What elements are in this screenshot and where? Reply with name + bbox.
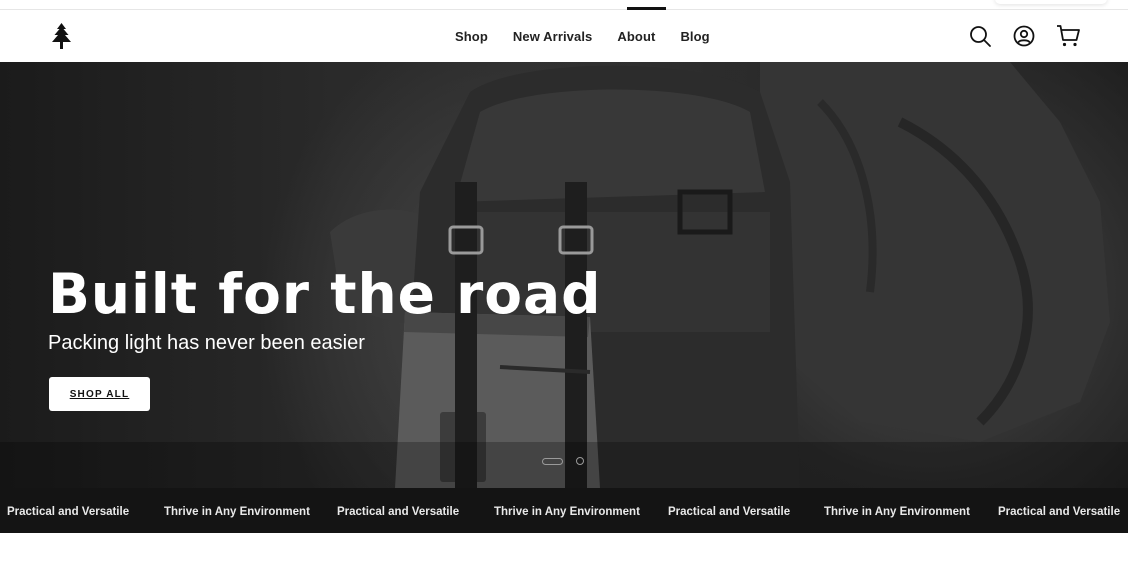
nav-link-new-arrivals[interactable]: New Arrivals bbox=[513, 29, 592, 44]
account-button[interactable] bbox=[1012, 24, 1036, 48]
nav-link-blog[interactable]: Blog bbox=[680, 29, 709, 44]
ticker-item: Practical and Versatile bbox=[998, 506, 1121, 518]
carousel-pagination bbox=[542, 457, 584, 465]
feature-ticker: Practical and Versatile Thrive in Any En… bbox=[0, 488, 1128, 533]
cart-icon bbox=[1057, 25, 1080, 47]
ticker-item: Practical and Versatile bbox=[668, 506, 791, 518]
top-edge-panel bbox=[995, 0, 1107, 4]
nav-link-shop[interactable]: Shop bbox=[455, 29, 488, 44]
hero-subtitle: Packing light has never been easier bbox=[48, 332, 365, 354]
active-menu-indicator bbox=[627, 7, 666, 10]
hero-banner: Built for the road Packing light has nev… bbox=[0, 62, 1128, 488]
main-navigation: Shop New Arrivals About Blog bbox=[455, 11, 710, 62]
cart-button[interactable] bbox=[1056, 24, 1081, 48]
logo-link[interactable] bbox=[50, 23, 73, 49]
ticker-item: Practical and Versatile bbox=[7, 506, 130, 518]
carousel-dot[interactable] bbox=[576, 457, 584, 465]
site-header: Shop New Arrivals About Blog bbox=[0, 11, 1128, 62]
carousel-dot-active[interactable] bbox=[542, 457, 563, 465]
search-icon bbox=[970, 26, 991, 47]
top-announcement-strip bbox=[0, 0, 1128, 10]
hero-title: Built for the road bbox=[48, 262, 602, 326]
ticker-item: Thrive in Any Environment bbox=[164, 506, 310, 518]
account-icon bbox=[1013, 25, 1035, 47]
ticker-item: Thrive in Any Environment bbox=[494, 506, 640, 518]
ticker-item: Thrive in Any Environment bbox=[824, 506, 970, 518]
search-button[interactable] bbox=[968, 24, 992, 48]
ticker-item: Practical and Versatile bbox=[337, 506, 460, 518]
nav-link-about[interactable]: About bbox=[617, 29, 655, 44]
pine-tree-icon bbox=[52, 23, 71, 49]
shop-all-button[interactable]: SHOP ALL bbox=[49, 377, 150, 411]
